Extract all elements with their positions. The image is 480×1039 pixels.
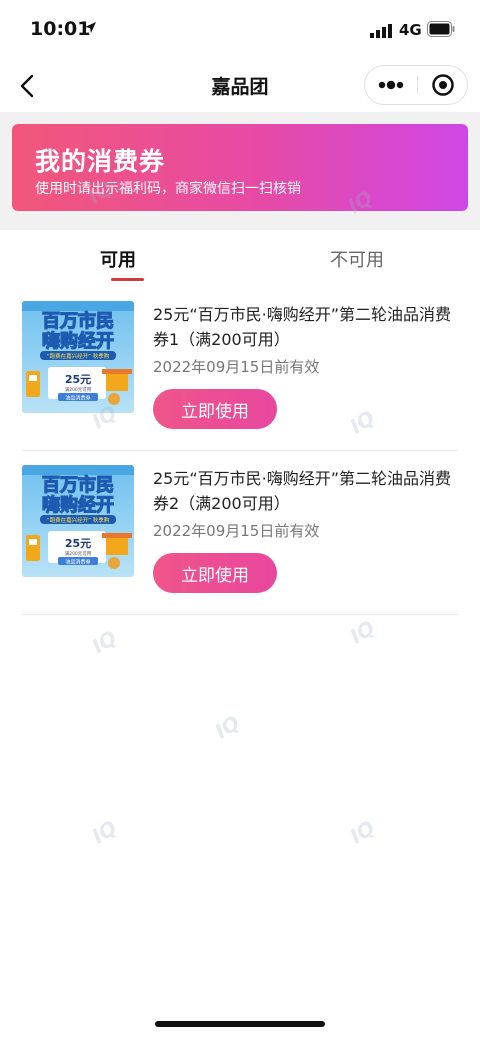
poster-headline-2: 嗨购经开 xyxy=(42,494,114,516)
watermark: IQ xyxy=(87,625,121,659)
poster-condition: 满200元可用 xyxy=(65,550,92,557)
more-button[interactable] xyxy=(365,66,417,104)
poster-amount: 25元 xyxy=(65,537,91,550)
coupon-expiry: 2022年09月15日前有效 xyxy=(153,522,320,540)
banner-title: 我的消费券 xyxy=(35,147,166,176)
status-bar: 10:01 4G xyxy=(0,0,480,60)
close-button[interactable] xyxy=(418,66,468,104)
header-area: 我的消费券 使用时请出示福利码，商家微信扫一扫核销 xyxy=(0,112,480,230)
coupon-poster: 百万市民 嗨购经开 “跑费在嘉兴经开” 秋季购 25元 满200元可用 油品消费… xyxy=(22,301,134,413)
use-now-button[interactable]: 立即使用 xyxy=(153,553,277,593)
network-type: 4G xyxy=(399,21,422,39)
banner-subtitle: 使用时请出示福利码，商家微信扫一扫核销 xyxy=(35,181,301,197)
poster-tag: 油品消费券 xyxy=(65,395,90,402)
poster-headline-1: 百万市民 xyxy=(42,310,114,332)
coupon-title: 25元“百万市民·嗨购经开”第二轮油品消费券2（满200可用） xyxy=(153,469,452,513)
poster-tag: 油品消费券 xyxy=(65,559,90,566)
tab-unavailable[interactable]: 不可用 xyxy=(330,246,384,272)
poster-headline-1: 百万市民 xyxy=(42,474,114,496)
watermark: IQ xyxy=(345,815,379,849)
more-icon xyxy=(378,80,404,90)
tab-indicator xyxy=(111,278,144,281)
poster-ribbon: “跑费在嘉兴经开” 秋季购 xyxy=(47,516,110,524)
coupon-image: 百万市民 嗨购经开 “跑费在嘉兴经开” 秋季购 25元 满200元可用 油品消费… xyxy=(22,465,134,577)
coupon-expiry: 2022年09月15日前有效 xyxy=(153,358,320,376)
coupon-image: 百万市民 嗨购经开 “跑费在嘉兴经开” 秋季购 25元 满200元可用 油品消费… xyxy=(22,301,134,413)
use-now-button[interactable]: 立即使用 xyxy=(153,389,277,429)
coupon-item[interactable]: 百万市民 嗨购经开 “跑费在嘉兴经开” 秋季购 25元 满200元可用 油品消费… xyxy=(22,301,458,451)
coupon-title: 25元“百万市民·嗨购经开”第二轮油品消费券1（满200可用） xyxy=(153,305,452,349)
signal-icon xyxy=(370,24,392,38)
watermark: IQ xyxy=(87,815,121,849)
coupon-item[interactable]: 百万市民 嗨购经开 “跑费在嘉兴经开” 秋季购 25元 满200元可用 油品消费… xyxy=(22,465,458,615)
status-time: 10:01 xyxy=(30,18,91,40)
coupon-poster: 百万市民 嗨购经开 “跑费在嘉兴经开” 秋季购 25元 满200元可用 油品消费… xyxy=(22,465,134,577)
poster-amount: 25元 xyxy=(65,373,91,386)
home-indicator[interactable] xyxy=(155,1021,325,1027)
tab-bar: 可用 不可用 xyxy=(0,230,480,286)
poster-ribbon: “跑费在嘉兴经开” 秋季购 xyxy=(47,352,110,360)
nav-bar: 嘉品团 xyxy=(0,60,480,112)
battery-icon xyxy=(427,21,455,37)
watermark: IQ xyxy=(210,710,244,744)
watermark: IQ xyxy=(345,615,379,649)
poster-headline-2: 嗨购经开 xyxy=(42,330,114,352)
poster-condition: 满200元可用 xyxy=(65,386,92,393)
tab-available[interactable]: 可用 xyxy=(100,246,136,272)
coupon-banner: 我的消费券 使用时请出示福利码，商家微信扫一扫核销 xyxy=(12,124,468,211)
location-arrow-icon xyxy=(85,22,96,33)
close-target-icon xyxy=(432,74,454,96)
mini-program-capsule xyxy=(364,65,468,105)
